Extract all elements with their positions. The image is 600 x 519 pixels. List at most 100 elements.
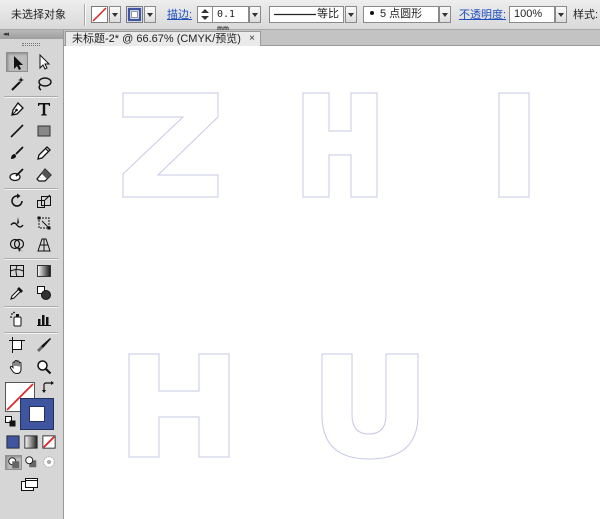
paintbrush-tool[interactable] xyxy=(6,143,28,163)
divider xyxy=(4,306,58,307)
opacity-panel-link[interactable]: 不透明度: xyxy=(459,6,506,24)
pencil-icon xyxy=(37,146,51,160)
eyedropper-tool[interactable] xyxy=(6,283,28,303)
eraser-icon xyxy=(36,168,52,182)
artwork-outlines xyxy=(122,92,530,460)
opacity-dropdown[interactable] xyxy=(555,6,567,23)
hand-tool[interactable] xyxy=(6,357,28,377)
none-fill-icon xyxy=(92,7,107,22)
divider xyxy=(4,188,58,189)
lasso-tool[interactable] xyxy=(33,74,55,94)
stroke-weight-stepper[interactable] xyxy=(197,6,213,23)
profile-label: 等比 xyxy=(317,8,339,20)
stroke-panel-link[interactable]: 描边: xyxy=(167,6,192,24)
pencil-tool[interactable] xyxy=(33,143,55,163)
brush-dropdown[interactable] xyxy=(439,6,451,23)
zoom-tool[interactable] xyxy=(33,357,55,377)
hand-icon xyxy=(9,359,22,375)
none-swatch-icon xyxy=(42,435,56,449)
selection-tool[interactable] xyxy=(6,52,28,72)
magic-wand-icon xyxy=(11,77,24,91)
default-fill-stroke-icon[interactable] xyxy=(5,416,16,427)
mesh-icon xyxy=(10,265,24,277)
none-mode-button[interactable] xyxy=(41,434,58,450)
type-t-icon xyxy=(38,103,50,116)
symbol-sprayer-tool[interactable] xyxy=(6,309,28,329)
draw-behind-button[interactable] xyxy=(23,455,40,470)
profile-dropdown[interactable] xyxy=(345,6,357,23)
stroke-dropdown[interactable] xyxy=(144,6,156,23)
solid-color-icon xyxy=(6,435,20,449)
close-tab-icon[interactable]: × xyxy=(249,32,255,46)
eraser-tool[interactable] xyxy=(33,165,55,185)
gradient-mode-button[interactable] xyxy=(23,434,40,450)
rotate-tool[interactable] xyxy=(6,191,28,211)
stroke-swatch[interactable] xyxy=(126,6,143,23)
perspective-grid-icon xyxy=(37,238,51,252)
color-mode-button[interactable] xyxy=(5,434,22,450)
stepper-arrows-icon xyxy=(201,9,209,20)
screen-mode-icon xyxy=(21,478,38,491)
gradient-swatch-icon xyxy=(24,435,38,449)
type-tool[interactable] xyxy=(33,99,55,119)
screen-mode-button[interactable] xyxy=(18,476,42,494)
shape-builder-icon xyxy=(9,238,25,252)
collapse-arrows-icon[interactable]: ◂◂ xyxy=(3,31,9,38)
draw-normal-icon xyxy=(8,457,20,469)
scale-tool[interactable] xyxy=(33,191,55,211)
rectangle-tool[interactable] xyxy=(33,121,55,141)
warp-tool[interactable] xyxy=(6,213,28,233)
blend-tool[interactable] xyxy=(33,283,55,303)
free-transform-tool[interactable] xyxy=(33,213,55,233)
artboard-canvas[interactable] xyxy=(64,47,600,519)
control-bar: 未选择对象 描边: 0.1 mm 等比 5 点圆形 不透明度: 100% 样式: xyxy=(0,0,600,35)
letter-i-outline[interactable] xyxy=(498,92,530,198)
slice-tool[interactable] xyxy=(33,335,55,355)
eyedropper-icon xyxy=(10,287,23,300)
draw-behind-icon xyxy=(25,456,37,468)
stroke-weight-input[interactable]: 0.1 mm xyxy=(212,6,249,35)
artboard-icon xyxy=(9,337,25,353)
magnifier-icon xyxy=(37,360,52,375)
panel-grip[interactable] xyxy=(22,43,40,46)
letter-z-outline[interactable] xyxy=(122,92,219,198)
letter-u-outline[interactable] xyxy=(321,353,419,460)
stroke-weight-dropdown[interactable] xyxy=(249,6,261,23)
magic-wand-tool[interactable] xyxy=(6,74,28,94)
brush-definition[interactable]: 5 点圆形 xyxy=(363,6,439,23)
pen-tool[interactable] xyxy=(6,99,28,119)
slice-knife-icon xyxy=(37,338,51,352)
direct-selection-tool[interactable] xyxy=(33,52,55,72)
line-segment-icon xyxy=(10,124,24,138)
tools-panel-header[interactable]: ◂◂ xyxy=(0,30,63,39)
opacity-input[interactable]: 100% xyxy=(509,6,555,23)
fill-swatch[interactable] xyxy=(91,6,108,23)
divider xyxy=(4,258,58,259)
column-graph-tool[interactable] xyxy=(33,309,55,329)
stroke-color-swatch[interactable] xyxy=(20,398,54,430)
shape-builder-tool[interactable] xyxy=(6,235,28,255)
mesh-tool[interactable] xyxy=(6,261,28,281)
line-segment-tool[interactable] xyxy=(6,121,28,141)
blob-brush-tool[interactable] xyxy=(6,165,28,185)
letter-h2-outline[interactable] xyxy=(128,353,230,458)
brush-dot-icon xyxy=(370,11,374,16)
artboard-tool[interactable] xyxy=(6,335,28,355)
variable-width-profile[interactable]: 等比 xyxy=(269,6,344,23)
draw-normal-button[interactable] xyxy=(5,455,22,470)
swap-fill-stroke-icon[interactable] xyxy=(41,381,55,393)
style-label: 样式: xyxy=(573,9,599,21)
uniform-line-icon xyxy=(274,13,316,16)
fill-dropdown[interactable] xyxy=(109,6,121,23)
document-tab[interactable]: 未标题-2* @ 66.67% (CMYK/预览) × xyxy=(65,31,261,46)
symbol-sprayer-icon xyxy=(10,311,22,327)
free-transform-icon xyxy=(37,216,51,230)
perspective-grid-tool[interactable] xyxy=(33,235,55,255)
column-graph-icon xyxy=(37,315,51,326)
gradient-tool[interactable] xyxy=(33,261,55,281)
divider xyxy=(84,4,85,26)
stroke-square-icon xyxy=(127,7,142,22)
letter-h-outline[interactable] xyxy=(302,92,378,198)
stroke-swatch-hole xyxy=(29,406,45,422)
draw-inside-button[interactable] xyxy=(41,455,58,470)
